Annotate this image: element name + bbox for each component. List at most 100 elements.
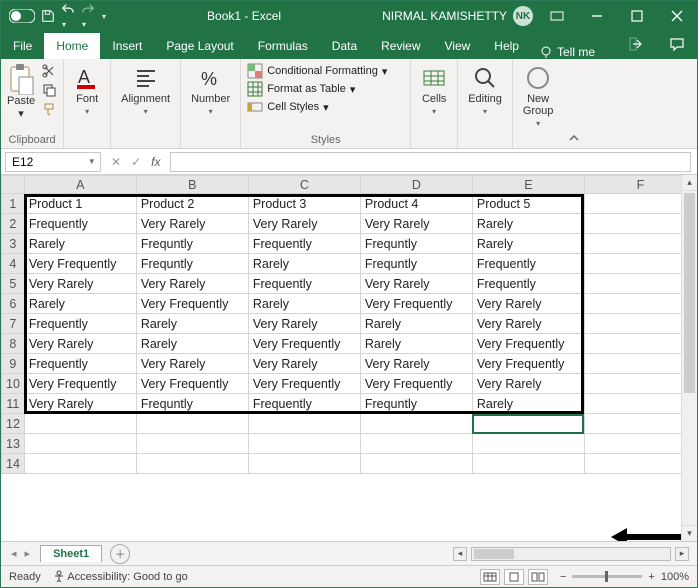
cell[interactable]: Very Frequently (24, 374, 136, 394)
close-button[interactable] (657, 1, 697, 31)
format-painter-icon[interactable] (41, 101, 57, 117)
cell[interactable]: Rarely (472, 234, 584, 254)
cell[interactable]: Very Frequently (136, 374, 248, 394)
column-header[interactable]: E (472, 176, 584, 194)
cell[interactable] (584, 214, 696, 234)
zoom-out-button[interactable]: − (560, 571, 566, 583)
select-all-corner[interactable] (2, 176, 25, 194)
comments-icon[interactable] (657, 29, 697, 59)
horizontal-scrollbar-thumb[interactable] (474, 549, 514, 559)
cancel-formula-icon[interactable]: ✕ (111, 155, 121, 169)
cell[interactable]: Frequently (24, 214, 136, 234)
status-accessibility[interactable]: Accessibility: Good to go (53, 570, 188, 583)
cell[interactable] (248, 414, 360, 434)
cell[interactable] (584, 194, 696, 214)
cell[interactable]: Frequently (248, 274, 360, 294)
cell[interactable] (584, 374, 696, 394)
formula-input[interactable] (170, 152, 691, 172)
cell[interactable] (248, 454, 360, 474)
name-box[interactable]: E12 ▾ (5, 152, 101, 172)
cell[interactable]: Very Rarely (472, 314, 584, 334)
cell[interactable]: Frequntly (136, 234, 248, 254)
worksheet-grid[interactable]: ABCDEF 1Product 1Product 2Product 3Produ… (1, 175, 697, 541)
cell[interactable]: Very Frequently (248, 334, 360, 354)
maximize-button[interactable] (617, 1, 657, 31)
cell[interactable]: Very Rarely (360, 214, 472, 234)
cells-button[interactable]: Cells▾ (417, 63, 451, 118)
zoom-in-button[interactable]: + (648, 571, 654, 583)
cell[interactable] (360, 414, 472, 434)
save-icon[interactable] (41, 9, 55, 23)
row-header[interactable]: 10 (2, 374, 25, 394)
column-header[interactable]: A (24, 176, 136, 194)
user-avatar[interactable]: NK (513, 6, 533, 26)
horizontal-scrollbar[interactable] (471, 547, 671, 561)
cell[interactable]: Frequntly (360, 254, 472, 274)
redo-icon[interactable]: ▾ (81, 2, 95, 30)
conditional-formatting-button[interactable]: Conditional Formatting▾ (247, 63, 404, 79)
cell[interactable] (136, 454, 248, 474)
cell[interactable] (360, 434, 472, 454)
cell[interactable] (584, 274, 696, 294)
cell[interactable] (472, 434, 584, 454)
cell[interactable]: Very Frequently (360, 294, 472, 314)
row-header[interactable]: 2 (2, 214, 25, 234)
cell[interactable]: Very Frequently (24, 254, 136, 274)
ribbon-display-options-icon[interactable] (537, 1, 577, 31)
vertical-scrollbar[interactable]: ▴ ▾ (681, 175, 697, 541)
fx-icon[interactable]: fx (151, 155, 160, 169)
cell[interactable]: Very Rarely (360, 274, 472, 294)
row-header[interactable]: 7 (2, 314, 25, 334)
scroll-up-icon[interactable]: ▴ (682, 175, 697, 191)
new-group-button[interactable]: New Group▾ (519, 63, 558, 130)
row-header[interactable]: 13 (2, 434, 25, 454)
cell[interactable]: Rarely (24, 294, 136, 314)
cell[interactable] (24, 434, 136, 454)
cell[interactable]: Very Rarely (24, 394, 136, 414)
cell[interactable] (360, 454, 472, 474)
cell[interactable]: Very Rarely (248, 314, 360, 334)
cell[interactable] (472, 414, 584, 434)
enter-formula-icon[interactable]: ✓ (131, 155, 141, 169)
row-header[interactable]: 12 (2, 414, 25, 434)
cell[interactable]: Rarely (472, 214, 584, 234)
row-header[interactable]: 4 (2, 254, 25, 274)
column-header[interactable]: D (360, 176, 472, 194)
cell[interactable]: Rarely (248, 254, 360, 274)
zoom-level[interactable]: 100% (661, 571, 689, 583)
cell[interactable] (136, 414, 248, 434)
copy-icon[interactable] (41, 82, 57, 98)
row-header[interactable]: 1 (2, 194, 25, 214)
cell[interactable]: Frequently (24, 354, 136, 374)
font-button[interactable]: A Font▾ (70, 63, 104, 118)
sheet-nav-prev-icon[interactable]: ◂ (11, 547, 17, 560)
cell[interactable]: Frequntly (136, 254, 248, 274)
user-name[interactable]: NIRMAL KAMISHETTY (382, 9, 507, 23)
cell[interactable] (584, 254, 696, 274)
new-sheet-button[interactable]: ＋ (110, 544, 130, 564)
alignment-button[interactable]: Alignment▾ (117, 63, 174, 118)
cell[interactable]: Very Rarely (248, 214, 360, 234)
tab-help[interactable]: Help (482, 33, 531, 59)
cell[interactable]: Frequntly (136, 394, 248, 414)
name-box-dropdown-icon[interactable]: ▾ (89, 156, 94, 167)
cell[interactable]: Very Rarely (472, 294, 584, 314)
column-header[interactable]: B (136, 176, 248, 194)
view-page-break-icon[interactable] (528, 569, 548, 585)
view-normal-icon[interactable] (480, 569, 500, 585)
column-header[interactable]: C (248, 176, 360, 194)
cell[interactable] (584, 314, 696, 334)
cell[interactable] (584, 434, 696, 454)
cell[interactable]: Very Frequently (472, 334, 584, 354)
cell[interactable]: Very Rarely (136, 274, 248, 294)
tell-me[interactable]: Tell me (531, 45, 603, 59)
row-header[interactable]: 3 (2, 234, 25, 254)
cell[interactable]: Rarely (136, 314, 248, 334)
row-header[interactable]: 6 (2, 294, 25, 314)
tab-review[interactable]: Review (369, 33, 432, 59)
cell[interactable]: Frequntly (360, 234, 472, 254)
row-header[interactable]: 9 (2, 354, 25, 374)
cell[interactable] (472, 454, 584, 474)
cell[interactable] (24, 454, 136, 474)
scroll-left-icon[interactable]: ◂ (453, 547, 467, 561)
